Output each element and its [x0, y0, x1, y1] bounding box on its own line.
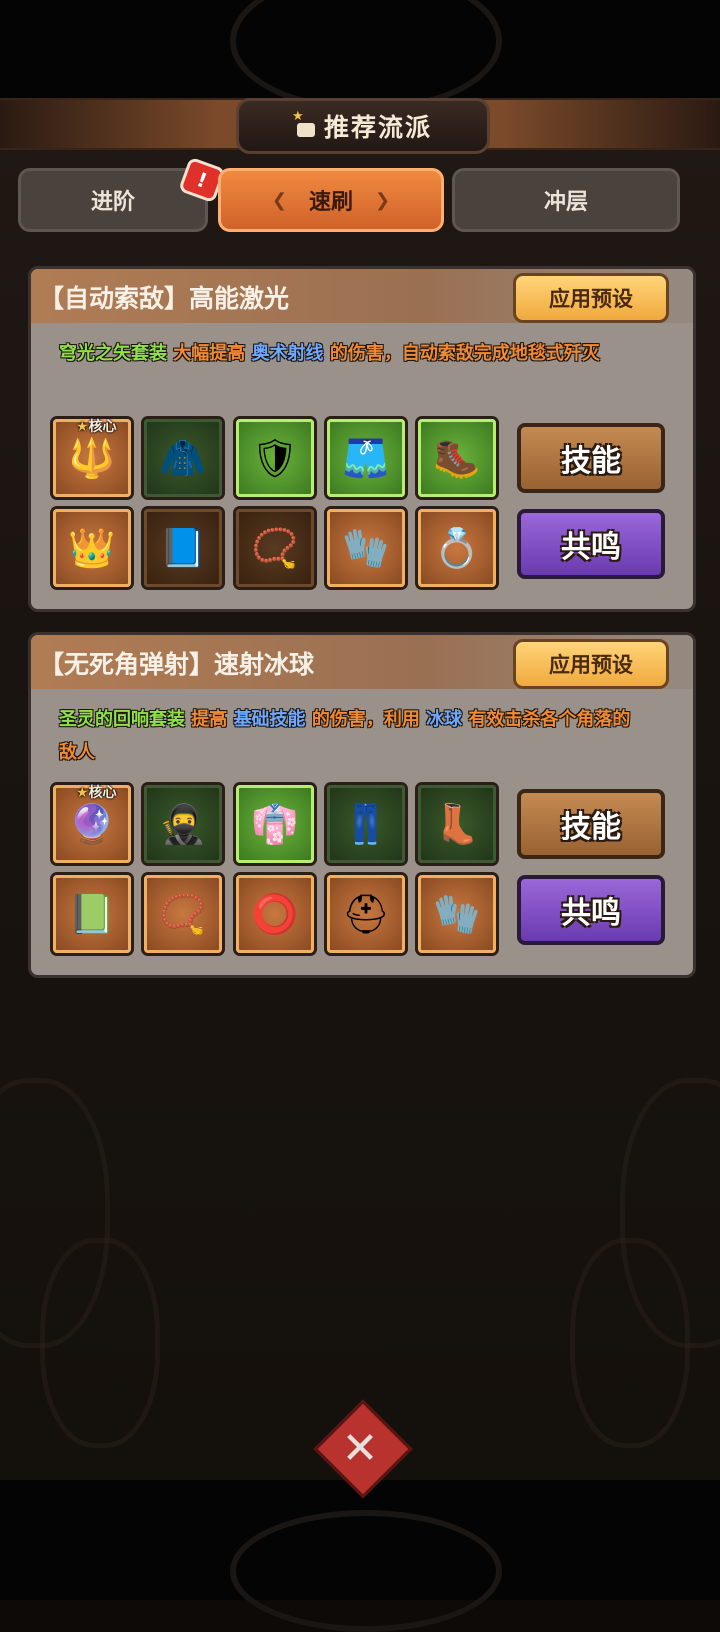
bottom-backdrop	[0, 1480, 720, 1632]
tab-climb[interactable]: 冲层	[452, 168, 680, 232]
equip-slot-gloves[interactable]: 🧤	[327, 509, 405, 587]
core-tag: ★核心	[76, 785, 117, 801]
desc-text: 提高	[191, 709, 228, 730]
equip-slot-chest[interactable]: 🛡	[236, 419, 314, 497]
swirl-right-icon: ❯	[375, 189, 391, 211]
equip-slot-hood[interactable]: 🥷	[144, 785, 222, 863]
equip-slot-cloak[interactable]: 🧥	[144, 419, 222, 497]
desc-skill-name: 冰球	[426, 709, 463, 730]
apply-preset-button[interactable]: 应用预设	[513, 639, 669, 689]
desc-skill-name: 基础技能	[233, 709, 306, 730]
leggings-icon: 🩳	[342, 435, 390, 480]
cloak-icon: 🧥	[159, 435, 207, 480]
equip-slot-boots[interactable]: 👢	[418, 785, 496, 863]
tab-advanced[interactable]: 进阶	[18, 168, 208, 232]
build-description: 圣灵的回响套装 提高 基础技能 的伤害，利用 冰球 有效击杀各个角落的敌人	[59, 703, 639, 769]
core-tag: ★核心	[76, 419, 117, 435]
green-tome-icon: 📗	[68, 891, 116, 936]
desc-text: 大幅提高	[173, 343, 246, 364]
build-card-ice-orb: 【无死角弹射】速射冰球 应用预设 圣灵的回响套装 提高 基础技能 的伤害，利用 …	[28, 632, 696, 978]
white-helmet-icon: ⛑	[341, 891, 391, 936]
desc-text: 的伤害，利用	[311, 709, 420, 730]
equip-slot-boots[interactable]: 🥾	[418, 419, 496, 497]
skill-button[interactable]: 技能	[517, 789, 665, 859]
swirl-left-icon: ❮	[271, 189, 287, 211]
equip-slot-weapon[interactable]: 🔮 ★核心	[53, 785, 131, 863]
equip-slot-necklace[interactable]: 📿	[144, 875, 222, 953]
equip-slot-robe[interactable]: 👘	[236, 785, 314, 863]
boots-icon: 🥾	[433, 435, 481, 480]
card-header: 【无死角弹射】速射冰球 应用预设	[31, 635, 693, 689]
purple-pants-icon: 👖	[342, 801, 390, 846]
desc-set-name: 穹光之矢套装	[59, 343, 167, 364]
page-title: 推荐流派	[323, 113, 432, 142]
equip-slot-gloves[interactable]: 🧤	[418, 875, 496, 953]
page-title-plaque: 推荐流派	[236, 98, 490, 154]
resonance-button[interactable]: 共鸣	[517, 875, 665, 945]
build-description: 穹光之矢套装 大幅提高 奥术射线 的伤害，自动索敌完成地毯式歼灭	[59, 337, 639, 370]
skill-button[interactable]: 技能	[517, 423, 665, 493]
crossed-swords-icon: ✕	[341, 1422, 379, 1474]
resonance-button[interactable]: 共鸣	[517, 509, 665, 579]
purple-boots-icon: 👢	[433, 801, 481, 846]
equip-slot-book[interactable]: 📘	[144, 509, 222, 587]
hood-icon: 🥷	[159, 801, 207, 846]
equip-slot-weapon[interactable]: 🔱 ★核心	[53, 419, 131, 497]
gauntlet-icon: 🧤	[342, 525, 390, 570]
tab-label: 进阶	[90, 190, 135, 215]
thumbs-up-icon	[292, 109, 316, 137]
red-ring-icon: ⭕	[251, 891, 299, 936]
spellbook-icon: 📘	[159, 525, 207, 570]
desc-text: 的伤害，自动索敌完成地毯式歼灭	[329, 343, 600, 364]
build-card-laser: 【自动索敌】高能激光 应用预设 穹光之矢套装 大幅提高 奥术射线 的伤害，自动索…	[28, 266, 696, 612]
crown-amulet-icon: 👑	[68, 525, 116, 570]
equip-slot-book[interactable]: 📗	[53, 875, 131, 953]
card-header: 【自动索敌】高能激光 应用预设	[31, 269, 693, 323]
equip-slot-helmet[interactable]: ⛑	[327, 875, 405, 953]
equip-slot-ring[interactable]: ⭕	[236, 875, 314, 953]
desc-set-name: 圣灵的回响套装	[59, 709, 185, 730]
ring-icon: 💍	[433, 525, 481, 570]
equip-slot-legs[interactable]: 🩳	[327, 419, 405, 497]
equip-slot-ring[interactable]: 💍	[418, 509, 496, 587]
equip-slot-legs[interactable]: 👖	[327, 785, 405, 863]
steel-gauntlet-icon: 🧤	[433, 891, 481, 936]
tab-label: 冲层	[543, 190, 588, 215]
tab-speed-run[interactable]: ❮ 速刷 ❯	[218, 168, 444, 232]
pendant-necklace-icon: 📿	[251, 525, 299, 570]
purple-robe-icon: 👘	[251, 801, 299, 846]
top-backdrop	[0, 0, 720, 112]
equip-slot-necklace[interactable]: 📿	[236, 509, 314, 587]
equip-slot-amulet[interactable]: 👑	[53, 509, 131, 587]
build-title: 【无死角弹射】速射冰球	[39, 650, 315, 679]
desc-skill-name: 奥术射线	[251, 343, 324, 364]
chest-armor-icon: 🛡	[250, 435, 300, 480]
apply-preset-button[interactable]: 应用预设	[513, 273, 669, 323]
bead-necklace-icon: 📿	[159, 891, 207, 936]
build-title: 【自动索敌】高能激光	[39, 284, 290, 313]
close-emblem-button[interactable]: ✕	[313, 1399, 413, 1499]
tab-label: 速刷	[308, 190, 353, 215]
